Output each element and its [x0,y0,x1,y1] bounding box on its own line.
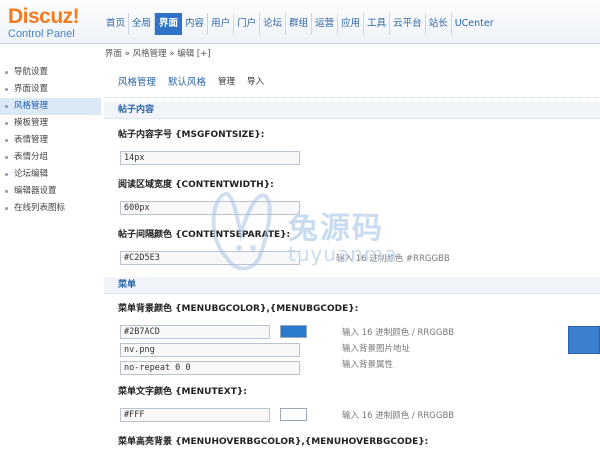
menu-bg-image-input[interactable] [120,343,300,357]
menu-bg-tip-image: 输入背景图片地址 [342,344,411,354]
top-nav: 首页 全局 界面 内容 用户 门户 论坛 群组 运营 应用 工具 云平台 站长 … [103,13,497,35]
sidebar-item-forum-edit[interactable]: 论坛编辑 [0,166,101,183]
tab-manage[interactable]: 管理 [218,75,235,87]
nav-item-forum[interactable]: 论坛 [260,13,287,35]
menu-bg-tip-attr: 输入背景属性 [342,360,394,370]
label-font-size: 帖子内容字号 {MSGFONTSIZE}: [118,130,265,140]
content-separate-input[interactable] [120,251,300,265]
watermark-title: 兔源码 [288,211,384,246]
form-area: 帖子内容 帖子内容字号 {MSGFONTSIZE}: 阅读区域宽度 {CONTE… [104,98,600,459]
sidebar-item-template-manage[interactable]: 模板管理 [0,115,101,132]
nav-item-global[interactable]: 全局 [129,13,156,35]
sidebar-item-editor-settings[interactable]: 编辑器设置 [0,183,101,200]
sidebar-item-nav-settings[interactable]: 导航设置 [0,64,101,81]
label-menu-hover: 菜单高亮背景 {MENUHOVERBGCOLOR},{MENUHOVERBGCO… [118,437,429,447]
nav-item-group[interactable]: 群组 [286,13,313,35]
nav-item-home[interactable]: 首页 [103,13,130,35]
nav-item-tools[interactable]: 工具 [364,13,391,35]
section-title-post: 帖子内容 [104,102,600,119]
sidebar: 导航设置 界面设置 风格管理 模板管理 表情管理 表情分组 论坛编辑 编辑器设置… [0,64,101,459]
menu-text-color-input[interactable] [120,408,270,422]
nav-item-user[interactable]: 用户 [208,13,235,35]
menu-bg-tip-color: 输入 16 进制颜色 / RRGGBB [342,328,455,338]
nav-item-style[interactable]: 界面 [155,13,183,35]
menu-bg-color-input[interactable] [120,325,270,339]
label-content-width: 阅读区域宽度 {CONTENTWIDTH}: [118,180,274,190]
label-menu-text: 菜单文字颜色 {MENUTEXT}: [118,387,247,397]
label-content-separate: 帖子间隔颜色 {CONTENTSEPARATE}: [118,230,291,240]
watermark-subtitle: tuyuanma [288,242,398,266]
nav-item-operation[interactable]: 运营 [312,13,339,35]
nav-item-ucenter[interactable]: UCenter [452,13,497,35]
breadcrumb: 界面 » 风格管理 » 编辑 [+] [105,49,211,59]
sidebar-item-style-manage[interactable]: 风格管理 [0,98,101,115]
header: Discuz! Control Panel 首页 全局 界面 内容 用户 门户 … [0,0,600,44]
section-title-menu: 菜单 [104,277,600,294]
logo-title: Discuz! [8,5,80,28]
tab-import[interactable]: 导入 [247,75,264,87]
tab-style-manage[interactable]: 风格管理 [118,74,156,88]
menu-bg-repeat-input[interactable] [120,361,300,375]
nav-item-cloud[interactable]: 云平台 [390,13,426,35]
menu-bg-color-swatch[interactable] [280,325,307,338]
tab-bar: 风格管理 默认风格 管理 导入 [104,64,600,98]
nav-item-app[interactable]: 应用 [338,13,365,35]
sidebar-item-smiley-manage[interactable]: 表情管理 [0,132,101,149]
nav-item-portal[interactable]: 门户 [234,13,261,35]
sidebar-item-online-icons[interactable]: 在线列表图标 [0,200,101,217]
menu-text-tip: 输入 16 进制颜色 / RRGGBB [342,411,455,421]
side-scroll-button[interactable] [568,326,600,354]
font-size-input[interactable] [120,151,300,165]
tab-default-style[interactable]: 默认风格 [168,74,206,88]
menu-text-color-swatch[interactable] [280,408,307,421]
logo-subtitle: Control Panel [8,28,75,40]
content-width-input[interactable] [120,201,300,215]
sidebar-item-smiley-group[interactable]: 表情分组 [0,149,101,166]
label-menu-bg: 菜单背景颜色 {MENUBGCOLOR},{MENUBGCODE}: [118,304,359,314]
nav-item-admin[interactable]: 站长 [426,13,452,35]
nav-item-content[interactable]: 内容 [182,13,209,35]
logo[interactable]: Discuz! Control Panel [8,5,80,40]
sidebar-item-ui-settings[interactable]: 界面设置 [0,81,101,98]
